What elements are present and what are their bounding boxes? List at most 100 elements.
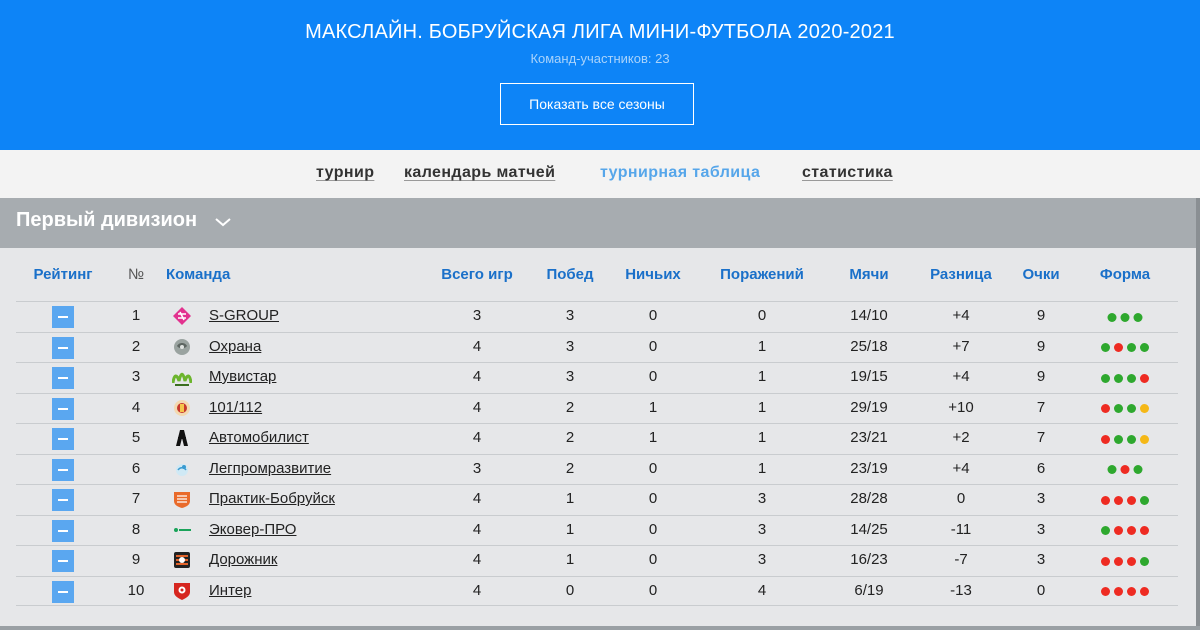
rating-toggle-button[interactable]: [52, 306, 74, 328]
team-link[interactable]: S-GROUP: [209, 307, 279, 324]
rating-toggle-button[interactable]: [52, 489, 74, 511]
draws-cell: 0: [648, 581, 658, 599]
games-cell: 4: [472, 551, 482, 568]
team-link[interactable]: Дорожник: [209, 551, 277, 568]
league-title: МАКСЛАЙН. БОБРУЙСКАЯ ЛИГА МИНИ-ФУТБОЛА 2…: [305, 21, 895, 43]
team-link[interactable]: Мувистар: [209, 368, 276, 385]
scrollbar[interactable]: [1196, 198, 1200, 630]
diff-cell: -7: [954, 551, 968, 568]
col-losses: Поражений: [720, 266, 804, 283]
chevron-down-icon[interactable]: [214, 216, 232, 228]
tab-standings[interactable]: турнирная таблица: [600, 164, 760, 182]
losses-cell: 1: [757, 398, 767, 416]
position-cell: 7: [131, 490, 141, 507]
form-dot: [1101, 434, 1110, 444]
games-cell: 3: [472, 459, 482, 477]
team-link[interactable]: Практик-Бобруйск: [209, 490, 335, 507]
form-dot: [1140, 556, 1149, 566]
goals-cell: 23/19: [850, 459, 888, 477]
col-team: Команда: [166, 266, 231, 283]
goals-cell: 16/23: [850, 551, 888, 568]
games-cell: 4: [472, 490, 482, 507]
col-points: Очки: [1022, 266, 1060, 283]
rating-toggle-button[interactable]: [52, 428, 74, 450]
wins-cell: 1: [565, 520, 575, 538]
team-link[interactable]: Эковер-ПРО: [209, 521, 296, 538]
diff-cell: +4: [952, 307, 970, 324]
form-indicator: [1101, 485, 1149, 515]
form-dot: [1140, 373, 1149, 383]
rating-toggle-button[interactable]: [52, 519, 74, 542]
points-cell: 0: [1036, 581, 1046, 599]
losses-cell: 3: [757, 551, 767, 568]
draws-cell: 0: [648, 368, 658, 385]
table-row: 3 Мувистар 4 3 0 1 19/15 +4 9: [16, 362, 1178, 392]
dorozhnik-logo: [172, 550, 192, 570]
points-cell: 7: [1036, 429, 1046, 446]
team-link[interactable]: Охрана: [209, 338, 261, 355]
position-cell: 8: [131, 520, 141, 538]
draws-cell: 0: [648, 337, 658, 355]
wins-cell: 3: [565, 307, 575, 324]
diff-cell: +2: [952, 429, 970, 446]
show-all-seasons-button[interactable]: Показать все сезоны: [500, 83, 694, 125]
goals-cell: 29/19: [850, 398, 888, 416]
tab-match-calendar[interactable]: календарь матчей: [404, 164, 555, 182]
form-dot: [1127, 556, 1136, 566]
col-diff: Разница: [930, 266, 992, 283]
form-dot: [1133, 465, 1143, 474]
losses-cell: 1: [757, 337, 767, 355]
wins-cell: 3: [565, 337, 575, 355]
form-dot: [1127, 404, 1136, 413]
form-dot: [1114, 373, 1123, 383]
team-link[interactable]: Легпромразвитие: [209, 460, 331, 477]
col-rating: Рейтинг: [33, 266, 93, 283]
tournament-nav: турнир календарь матчей турнирная таблиц…: [0, 150, 1200, 198]
goals-cell: 6/19: [854, 581, 884, 599]
tab-tournament[interactable]: турнир: [316, 164, 374, 182]
form-dot: [1114, 587, 1123, 596]
team-link[interactable]: Интер: [209, 582, 251, 599]
position-cell: 10: [127, 581, 145, 599]
points-cell: 9: [1036, 368, 1046, 385]
games-cell: 4: [472, 581, 482, 599]
form-dot: [1140, 526, 1149, 535]
division-selector[interactable]: Первый дивизион: [0, 198, 1200, 248]
form-dot: [1101, 495, 1110, 505]
diff-cell: +4: [952, 459, 970, 477]
table-row: 9 Дорожник 4 1 0 3 16/23 -7 3: [16, 545, 1178, 575]
table-row: 10 Интер 4 0 0 4 6/19 -13 0: [16, 575, 1178, 606]
col-games: Всего игр: [441, 266, 513, 283]
points-cell: 9: [1036, 337, 1046, 355]
points-cell: 9: [1036, 307, 1046, 324]
goals-cell: 25/18: [850, 337, 888, 355]
draws-cell: 0: [648, 551, 658, 568]
losses-cell: 3: [757, 490, 767, 507]
points-cell: 3: [1036, 490, 1046, 507]
rating-toggle-button[interactable]: [52, 367, 74, 389]
rating-toggle-button[interactable]: [52, 336, 74, 359]
team-link[interactable]: Автомобилист: [209, 429, 309, 446]
losses-cell: 1: [757, 368, 767, 385]
tab-statistics[interactable]: статистика: [802, 164, 893, 182]
rating-toggle-button[interactable]: [52, 580, 74, 603]
losses-cell: 1: [757, 429, 767, 446]
form-dot: [1127, 587, 1136, 596]
rating-toggle-button[interactable]: [52, 397, 74, 420]
praktik-logo: [172, 489, 192, 509]
rating-toggle-button[interactable]: [52, 458, 74, 481]
form-dot: [1140, 404, 1149, 413]
diff-cell: -11: [950, 520, 972, 538]
wins-cell: 0: [565, 581, 575, 599]
points-cell: 6: [1036, 459, 1046, 477]
form-dot: [1114, 495, 1123, 505]
team-link[interactable]: 101/112: [209, 399, 262, 416]
form-dot: [1114, 556, 1123, 566]
form-indicator: [1101, 424, 1149, 454]
col-form: Форма: [1099, 266, 1151, 283]
form-dot: [1140, 343, 1149, 352]
table-row: 8 Эковер-ПРО 4 1 0 3 14/25 -11 3: [16, 514, 1178, 545]
form-dot: [1140, 587, 1149, 596]
rating-toggle-button[interactable]: [52, 550, 74, 572]
goals-cell: 14/25: [850, 520, 888, 538]
